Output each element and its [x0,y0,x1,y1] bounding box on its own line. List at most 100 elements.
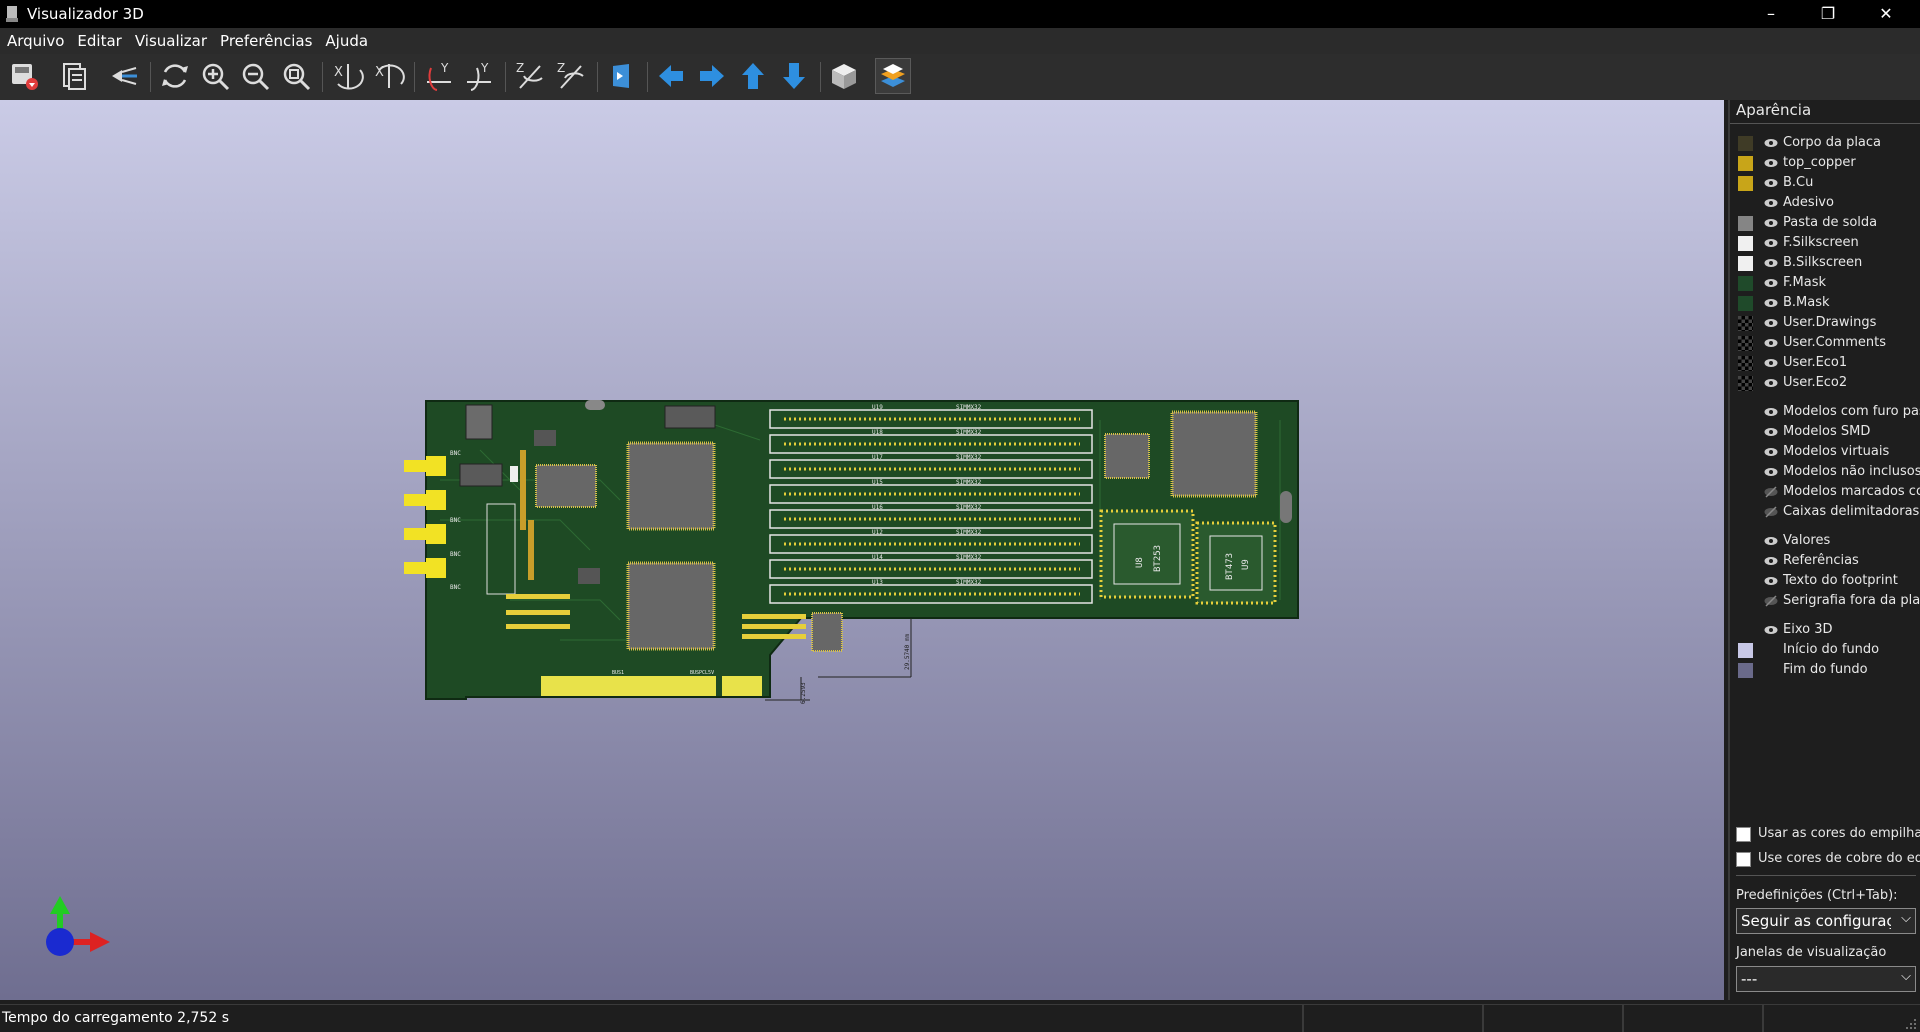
layer-row[interactable]: Pasta de solda [1738,213,1920,233]
extra-row[interactable]: Início do fundo [1738,640,1920,660]
eye-icon[interactable] [1764,336,1778,350]
zoom-out-button[interactable] [237,58,273,94]
arrow-up-icon [742,63,764,89]
eye-icon[interactable] [1764,465,1778,479]
layer-row[interactable]: F.Mask [1738,273,1920,293]
eye-icon[interactable] [1764,574,1778,588]
pan-left-button[interactable] [653,58,689,94]
menu-preferencias[interactable]: Preferências [213,28,318,50]
export-image-button[interactable] [6,58,42,94]
copy-clipboard-button[interactable] [56,58,92,94]
color-swatch[interactable] [1738,663,1753,678]
eye-icon[interactable] [1764,256,1778,270]
eye-icon[interactable] [1764,276,1778,290]
menu-editar[interactable]: Editar [70,28,127,50]
layer-row[interactable]: User.Eco1 [1738,353,1920,373]
layer-row[interactable]: B.Silkscreen [1738,253,1920,273]
layer-row[interactable]: User.Eco2 [1738,373,1920,393]
eye-icon[interactable] [1764,405,1778,419]
rotate-z-cw-button[interactable]: Z [512,58,548,94]
color-swatch[interactable] [1738,356,1753,371]
object-row[interactable]: Modelos não inclusos [1738,462,1920,482]
slot-ref: U18 [872,429,883,436]
rotate-y-ccw-button[interactable]: Y [461,58,497,94]
eye-icon[interactable] [1764,136,1778,150]
eye-icon[interactable] [1764,623,1778,637]
close-button[interactable]: ✕ [1858,0,1914,28]
minimize-button[interactable]: – [1743,0,1799,28]
menu-visualizar[interactable]: Visualizar [128,28,213,50]
text-row[interactable]: Texto do footprint [1738,571,1920,591]
pan-down-button[interactable] [776,58,812,94]
color-swatch[interactable] [1738,643,1753,658]
eye-icon[interactable] [1764,534,1778,548]
menu-arquivo[interactable]: Arquivo [0,28,70,50]
object-row[interactable]: Caixas delimitadoras d [1738,502,1920,522]
zoom-fit-button[interactable] [278,58,314,94]
object-row[interactable]: Modelos com furo pas [1738,402,1920,422]
color-swatch[interactable] [1738,296,1753,311]
rotate-y-cw-button[interactable]: Y [421,58,457,94]
color-swatch[interactable] [1738,136,1753,151]
color-swatch[interactable] [1738,336,1753,351]
restore-button[interactable]: ❐ [1800,0,1856,28]
reload-button[interactable] [157,58,193,94]
viewports-dropdown[interactable]: --- ⌵ [1736,966,1916,992]
zoom-in-button[interactable] [197,58,233,94]
layer-row[interactable]: User.Comments [1738,333,1920,353]
color-swatch[interactable] [1738,236,1753,251]
text-row[interactable]: Referências [1738,551,1920,571]
layer-row[interactable]: Corpo da placa [1738,133,1920,153]
text-row[interactable]: Valores [1738,531,1920,551]
pan-up-button[interactable] [735,58,771,94]
layer-row[interactable]: Adesivo [1738,193,1920,213]
object-row[interactable]: Modelos virtuais [1738,442,1920,462]
object-row[interactable]: Modelos SMD [1738,422,1920,442]
checkbox-box[interactable] [1736,852,1751,867]
color-swatch[interactable] [1738,276,1753,291]
layer-row[interactable]: B.Cu [1738,173,1920,193]
color-swatch[interactable] [1738,156,1753,171]
eye-icon[interactable] [1764,554,1778,568]
layer-row[interactable]: top_copper [1738,153,1920,173]
3d-viewport[interactable]: BNC BNC BNC BNC U19 SIMMX32 U18 SIMMX32 … [0,100,1724,1000]
checkbox-box[interactable] [1736,827,1751,842]
orthographic-button[interactable] [826,58,862,94]
eye-icon[interactable] [1764,156,1778,170]
eye-icon[interactable] [1764,216,1778,230]
layer-row[interactable]: B.Mask [1738,293,1920,313]
layers-manager-button[interactable] [875,58,911,94]
eye-hidden-icon[interactable] [1764,594,1778,608]
layer-row[interactable]: User.Drawings [1738,313,1920,333]
resize-grip-icon[interactable] [1906,1019,1916,1029]
rotate-z-ccw-button[interactable]: Z [553,58,589,94]
rotate-x-cw-button[interactable]: X [330,58,366,94]
text-row[interactable]: Serigrafia fora da placa [1738,591,1920,611]
presets-dropdown[interactable]: Seguir as configuraçõe ⌵ [1736,908,1916,934]
extra-row[interactable]: Fim do fundo [1738,660,1920,680]
eye-icon[interactable] [1764,316,1778,330]
flip-board-button[interactable] [603,58,639,94]
layer-row[interactable]: F.Silkscreen [1738,233,1920,253]
pan-right-button[interactable] [694,58,730,94]
color-swatch[interactable] [1738,256,1753,271]
eye-icon[interactable] [1764,356,1778,370]
eye-icon[interactable] [1764,196,1778,210]
raytracing-button[interactable] [106,58,142,94]
eye-icon[interactable] [1764,296,1778,310]
object-row[interactable]: Modelos marcados co [1738,482,1920,502]
eye-icon[interactable] [1764,425,1778,439]
menu-ajuda[interactable]: Ajuda [318,28,374,50]
rotate-x-ccw-button[interactable]: X [371,58,407,94]
color-swatch[interactable] [1738,376,1753,391]
eye-icon[interactable] [1764,236,1778,250]
color-swatch[interactable] [1738,316,1753,331]
color-swatch[interactable] [1738,176,1753,191]
extra-row[interactable]: Eixo 3D [1738,620,1920,640]
color-swatch[interactable] [1738,216,1753,231]
eye-icon[interactable] [1764,445,1778,459]
eye-hidden-icon[interactable] [1764,485,1778,499]
eye-icon[interactable] [1764,176,1778,190]
eye-hidden-icon[interactable] [1764,505,1778,519]
eye-icon[interactable] [1764,376,1778,390]
